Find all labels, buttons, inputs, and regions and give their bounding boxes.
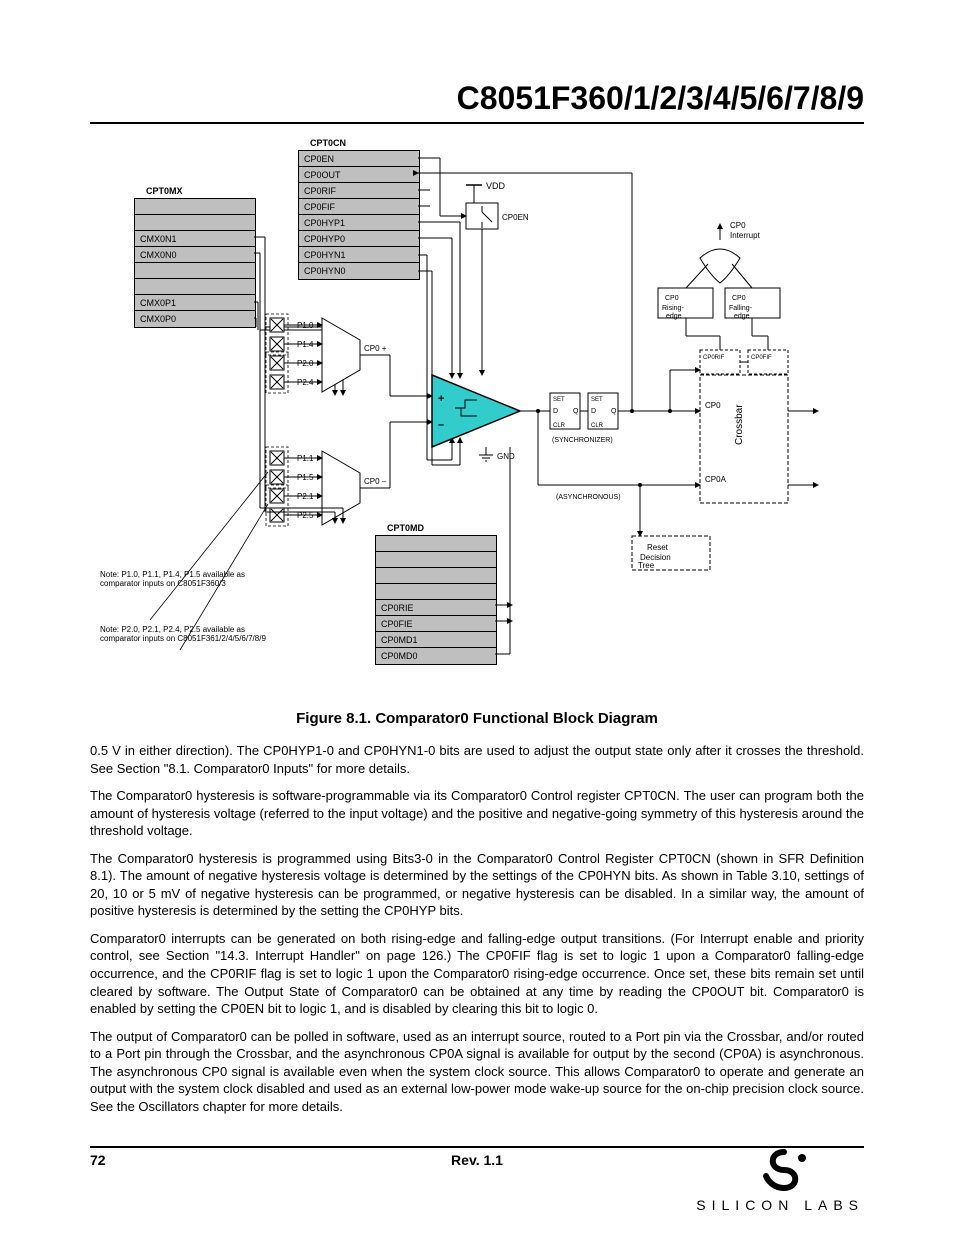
svg-text:Q: Q <box>611 408 617 415</box>
p1b: Section "8.1. Comparator0 Inputs" for mo… <box>117 761 410 776</box>
svg-text:VDD: VDD <box>486 181 506 191</box>
diagram-svg: VDD CP0EN <box>0 0 954 720</box>
svg-text:–: – <box>438 419 444 431</box>
logo: SILICON LABS <box>696 1148 864 1213</box>
svg-text:Rising-: Rising- <box>662 305 684 312</box>
svg-text:SET: SET <box>553 397 565 403</box>
svg-text:+: + <box>438 393 444 405</box>
svg-text:CP0 +: CP0 + <box>364 344 387 353</box>
svg-text:Crossbar: Crossbar <box>734 404 745 445</box>
svg-text:CP0: CP0 <box>705 401 721 410</box>
p2: The Comparator0 hysteresis is software-p… <box>90 788 680 803</box>
p4: The Comparator0 hysteresis is programmed… <box>90 851 779 866</box>
note-mux-2: Note: P2.0, P2.1, P2.4, P2.5 available a… <box>100 625 270 643</box>
svg-text:Interrupt: Interrupt <box>730 231 761 240</box>
svg-text:Falling-: Falling- <box>729 305 753 312</box>
svg-text:edge: edge <box>734 313 750 320</box>
svg-text:(SYNCHRONIZER): (SYNCHRONIZER) <box>552 437 613 444</box>
svg-text:CP0RIF: CP0RIF <box>703 355 725 361</box>
note-mux-1: Note: P1.0, P1.1, P1.4, P1.5 available a… <box>100 570 260 588</box>
svg-text:CP0EN: CP0EN <box>502 213 529 222</box>
svg-text:CP0A: CP0A <box>705 475 727 484</box>
svg-text:D: D <box>553 408 558 415</box>
logo-text: SILICON LABS <box>696 1197 864 1213</box>
svg-text:Reset: Reset <box>647 543 669 552</box>
svg-text:CLR: CLR <box>591 423 604 429</box>
svg-text:edge: edge <box>666 313 682 320</box>
p6: The output of Comparator0 can be polled … <box>90 1029 864 1114</box>
svg-text:CP0: CP0 <box>732 295 746 302</box>
svg-text:GND: GND <box>497 452 515 461</box>
figure-caption: Figure 8.1. Comparator0 Functional Block… <box>90 710 864 727</box>
svg-text:(ASYNCHRONOUS): (ASYNCHRONOUS) <box>556 494 621 501</box>
svg-text:SET: SET <box>591 397 603 403</box>
p4d: Table 3.10 <box>736 868 796 883</box>
p4c: ). The amount of negative hysteresis vol… <box>108 868 736 883</box>
svg-text:CP0FIF: CP0FIF <box>751 355 772 361</box>
svg-text:D: D <box>591 408 596 415</box>
p5b: Section "14.3. Interrupt Handler" on pag… <box>166 948 444 963</box>
svg-text:CLR: CLR <box>553 423 566 429</box>
svg-text:CP0: CP0 <box>665 295 679 302</box>
body-text: 0.5 V in either direction). The CP0HYP1-… <box>90 742 864 1115</box>
svg-text:CP0 –: CP0 – <box>364 477 387 486</box>
svg-text:Tree: Tree <box>638 561 655 570</box>
svg-text:CP0: CP0 <box>730 221 746 230</box>
svg-text:Q: Q <box>573 408 579 415</box>
